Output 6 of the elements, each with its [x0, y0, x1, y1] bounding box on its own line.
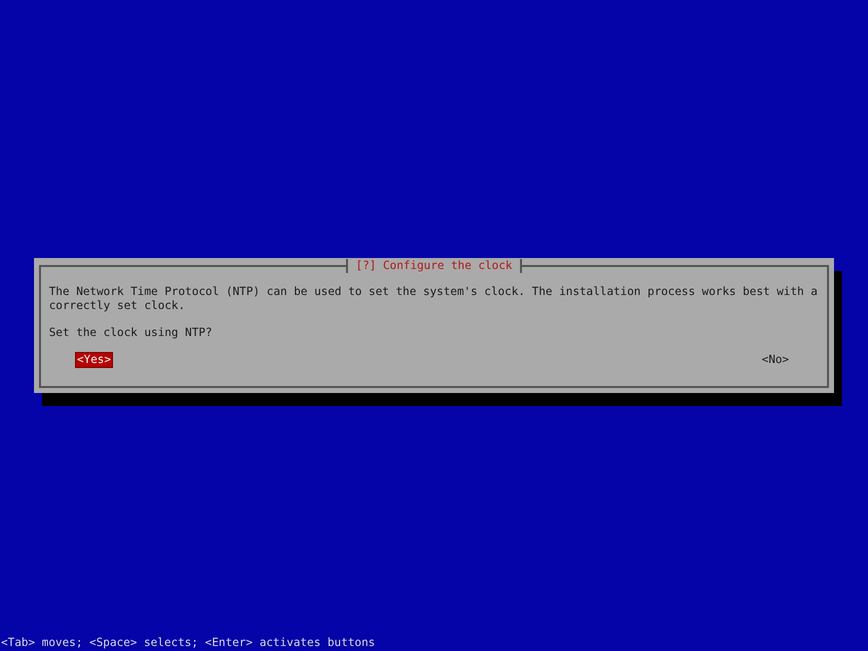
dialog-question: Set the clock using NTP?	[49, 326, 214, 340]
dialog-button[interactable]: <Yes>	[75, 352, 114, 368]
dialog-title: [?] Configure the clock	[346, 259, 522, 273]
dialog-button[interactable]: <No>	[760, 352, 791, 368]
dialog-message: The Network Time Protocol (NTP) can be used to set the system's clock. The installation process works best with a correctly set clock.	[49, 285, 819, 313]
key-hint-text: <Tab> moves; <Space> selects; <Enter> activates buttons	[0, 636, 376, 651]
